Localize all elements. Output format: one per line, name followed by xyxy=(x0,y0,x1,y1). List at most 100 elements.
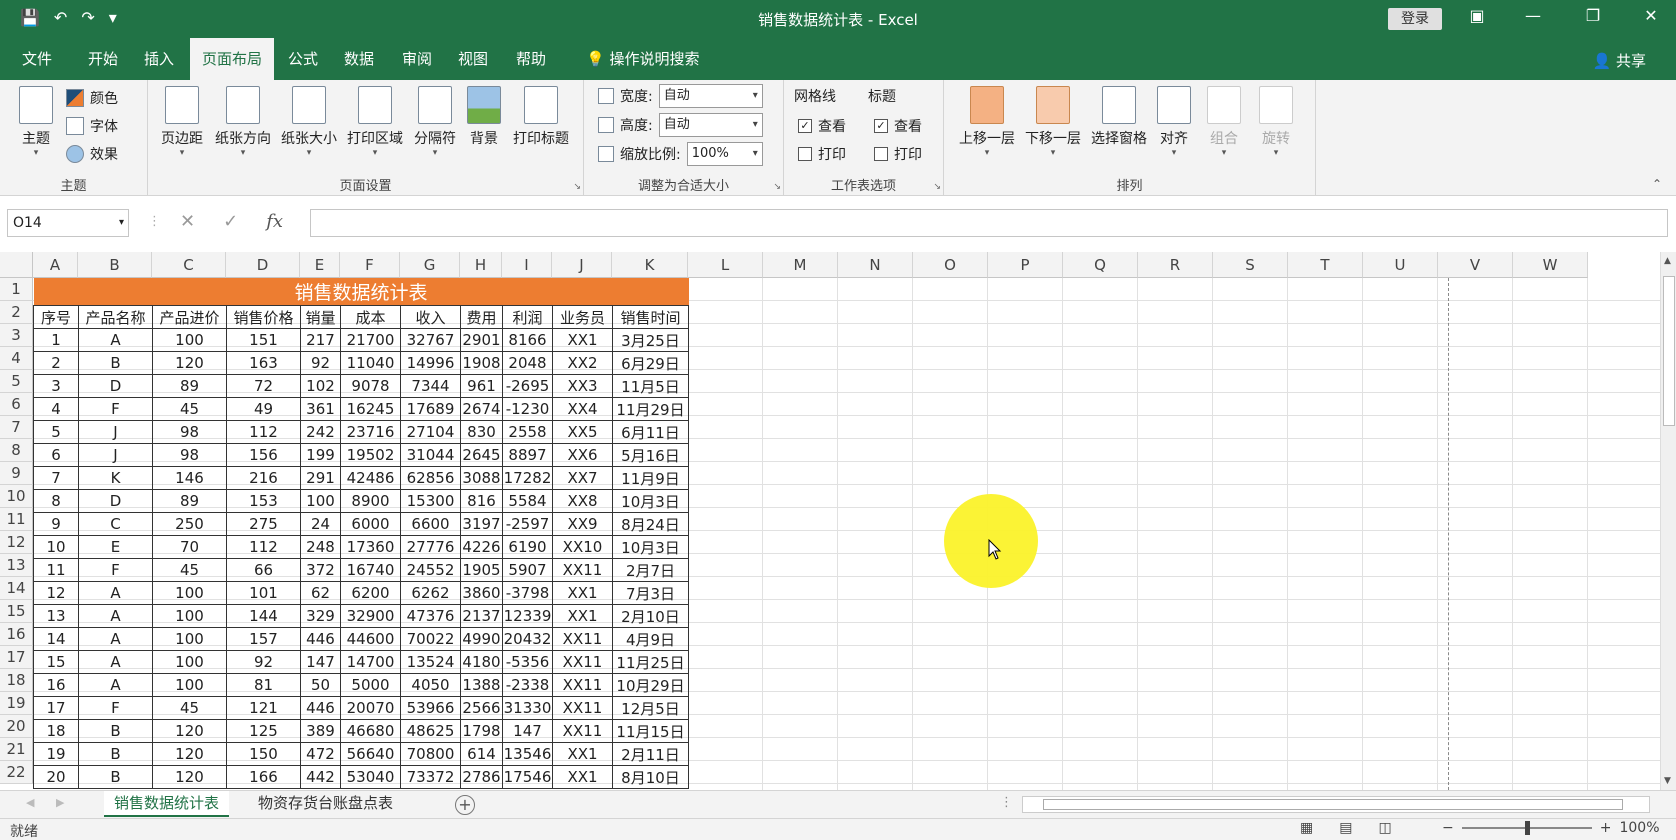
add-sheet-icon[interactable]: + xyxy=(455,795,475,815)
data-cell[interactable]: 92 xyxy=(300,351,341,375)
column-header[interactable]: G xyxy=(400,252,460,278)
column-header[interactable]: B xyxy=(78,252,152,278)
sheet-tab-sales[interactable]: 销售数据统计表 xyxy=(104,791,230,817)
data-cell[interactable]: 62 xyxy=(300,581,341,605)
data-cell[interactable]: 614 xyxy=(460,742,503,766)
selection-pane-button[interactable]: 选择窗格 xyxy=(1088,86,1150,148)
restore-icon[interactable]: ❐ xyxy=(1578,6,1608,25)
data-cell[interactable]: A xyxy=(78,673,153,697)
data-cell[interactable]: 217 xyxy=(300,328,341,352)
header-cell[interactable]: 费用 xyxy=(460,305,503,329)
data-cell[interactable]: 3 xyxy=(33,374,79,398)
data-cell[interactable]: 1905 xyxy=(460,558,503,582)
column-header[interactable]: I xyxy=(502,252,552,278)
data-cell[interactable]: 17360 xyxy=(340,535,401,559)
data-cell[interactable]: 389 xyxy=(300,719,341,743)
data-cell[interactable]: 216 xyxy=(226,466,301,490)
data-cell[interactable]: 27776 xyxy=(400,535,461,559)
zoom-in-icon[interactable]: + xyxy=(1600,820,1612,836)
column-header[interactable]: M xyxy=(763,252,838,278)
data-cell[interactable]: D xyxy=(78,489,153,513)
print-titles-button[interactable]: 打印标题 xyxy=(510,86,572,148)
data-cell[interactable]: 12月5日 xyxy=(612,696,689,720)
margins-button[interactable]: 页边距 ▾ xyxy=(158,86,206,158)
data-cell[interactable]: 100 xyxy=(152,673,227,697)
data-cell[interactable]: F xyxy=(78,696,153,720)
data-cell[interactable]: 23716 xyxy=(340,420,401,444)
data-cell[interactable]: 27104 xyxy=(400,420,461,444)
data-cell[interactable]: 16740 xyxy=(340,558,401,582)
data-cell[interactable]: 112 xyxy=(226,535,301,559)
data-cell[interactable]: 24552 xyxy=(400,558,461,582)
column-header[interactable]: P xyxy=(988,252,1063,278)
column-header[interactable]: T xyxy=(1288,252,1363,278)
data-cell[interactable]: 17 xyxy=(33,696,79,720)
data-cell[interactable]: XX1 xyxy=(552,765,613,789)
data-cell[interactable]: 4180 xyxy=(460,650,503,674)
data-cell[interactable]: 3197 xyxy=(460,512,503,536)
data-cell[interactable]: 2月10日 xyxy=(612,604,689,628)
data-cell[interactable]: 5000 xyxy=(340,673,401,697)
data-cell[interactable]: 89 xyxy=(152,374,227,398)
data-cell[interactable]: 8166 xyxy=(502,328,553,352)
data-cell[interactable]: 48625 xyxy=(400,719,461,743)
data-cell[interactable]: XX1 xyxy=(552,328,613,352)
row-header[interactable]: 1 xyxy=(0,278,33,301)
data-cell[interactable]: XX2 xyxy=(552,351,613,375)
data-cell[interactable]: XX11 xyxy=(552,650,613,674)
row-header[interactable]: 17 xyxy=(0,646,33,669)
normal-view-icon[interactable]: ▦ xyxy=(1300,820,1313,836)
column-header[interactable]: K xyxy=(612,252,688,278)
data-cell[interactable]: J xyxy=(78,420,153,444)
data-cell[interactable]: 11 xyxy=(33,558,79,582)
data-cell[interactable]: E xyxy=(78,535,153,559)
data-cell[interactable]: XX8 xyxy=(552,489,613,513)
width-select[interactable]: 自动 xyxy=(658,84,763,108)
data-cell[interactable]: 1908 xyxy=(460,351,503,375)
data-cell[interactable]: 44600 xyxy=(340,627,401,651)
data-cell[interactable]: 6600 xyxy=(400,512,461,536)
data-cell[interactable]: 56640 xyxy=(340,742,401,766)
data-cell[interactable]: 5 xyxy=(33,420,79,444)
data-cell[interactable]: 11040 xyxy=(340,351,401,375)
tab-file[interactable]: 文件 xyxy=(10,38,64,80)
data-cell[interactable]: 163 xyxy=(226,351,301,375)
data-cell[interactable]: 16245 xyxy=(340,397,401,421)
data-cell[interactable]: XX11 xyxy=(552,719,613,743)
data-cell[interactable]: 5月16日 xyxy=(612,443,689,467)
row-header[interactable]: 19 xyxy=(0,692,33,715)
data-cell[interactable]: XX6 xyxy=(552,443,613,467)
data-cell[interactable]: 157 xyxy=(226,627,301,651)
data-cell[interactable]: 70800 xyxy=(400,742,461,766)
theme-effects-button[interactable]: 效果 xyxy=(66,144,118,164)
data-cell[interactable]: 89 xyxy=(152,489,227,513)
data-cell[interactable]: 2 xyxy=(33,351,79,375)
row-header[interactable]: 6 xyxy=(0,393,33,416)
data-cell[interactable]: 72 xyxy=(226,374,301,398)
data-cell[interactable]: 13546 xyxy=(502,742,553,766)
column-header[interactable]: A xyxy=(33,252,78,278)
data-cell[interactable]: 153 xyxy=(226,489,301,513)
tab-view[interactable]: 视图 xyxy=(446,38,500,80)
data-cell[interactable]: 13524 xyxy=(400,650,461,674)
data-cell[interactable]: 32900 xyxy=(340,604,401,628)
data-cell[interactable]: A xyxy=(78,627,153,651)
cancel-icon[interactable]: ✕ xyxy=(180,211,195,232)
data-cell[interactable]: 10月3日 xyxy=(612,489,689,513)
data-cell[interactable]: 7344 xyxy=(400,374,461,398)
data-cell[interactable]: 4226 xyxy=(460,535,503,559)
dialog-launcher-icon[interactable]: ↘ xyxy=(933,182,941,192)
data-cell[interactable]: 6200 xyxy=(340,581,401,605)
tab-home[interactable]: 开始 xyxy=(76,38,130,80)
data-cell[interactable]: 4990 xyxy=(460,627,503,651)
data-cell[interactable]: 10月3日 xyxy=(612,535,689,559)
data-cell[interactable]: 98 xyxy=(152,420,227,444)
data-cell[interactable]: 242 xyxy=(300,420,341,444)
align-button[interactable]: 对齐 ▾ xyxy=(1154,86,1194,158)
data-cell[interactable]: 121 xyxy=(226,696,301,720)
data-cell[interactable]: 20432 xyxy=(502,627,553,651)
data-cell[interactable]: 4月9日 xyxy=(612,627,689,651)
data-cell[interactable]: 8月10日 xyxy=(612,765,689,789)
theme-colors-button[interactable]: 颜色 xyxy=(66,88,118,108)
login-button[interactable]: 登录 xyxy=(1388,8,1442,30)
